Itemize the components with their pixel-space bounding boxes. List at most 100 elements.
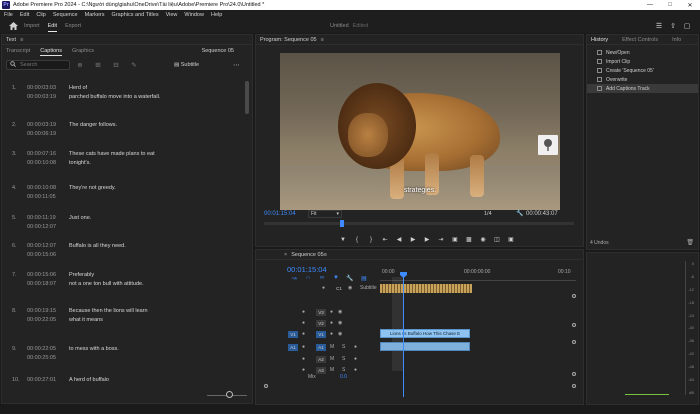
caption-row[interactable]: 2. 00:00:03:19 00:00:06:19 The danger fo… — [2, 122, 246, 152]
history-item-selected[interactable]: Add Captions Track — [587, 84, 698, 93]
scroll-handle[interactable] — [264, 384, 268, 388]
caption-clip[interactable] — [380, 284, 472, 293]
scroll-handle[interactable] — [572, 340, 576, 344]
wrench-icon[interactable]: 🔧 — [516, 210, 523, 217]
lift-icon[interactable]: ▣ — [448, 236, 462, 243]
go-to-out-icon[interactable]: ⇥ — [434, 236, 448, 243]
eye-icon[interactable]: ◉ — [338, 309, 342, 315]
caption-text[interactable]: tonight's. — [69, 160, 91, 166]
maximize-icon[interactable]: □ — [660, 0, 680, 10]
captions-toggle-icon[interactable]: ▤ — [357, 275, 371, 282]
comparison-view-icon[interactable]: ◫ — [490, 236, 504, 243]
extract-icon[interactable]: ▩ — [462, 236, 476, 243]
fullscreen-icon[interactable]: ▢ — [680, 22, 694, 30]
export-frame-icon[interactable]: ◉ — [476, 236, 490, 243]
lock-icon[interactable]: ● — [302, 320, 305, 326]
scroll-handle[interactable] — [572, 372, 576, 376]
tab-transcript[interactable]: Transcript — [6, 48, 30, 54]
tab-info[interactable]: Info — [672, 37, 681, 43]
caption-row[interactable]: 4. 00:00:10:08 00:00:11:05 They're not g… — [2, 185, 246, 215]
sync-lock-icon[interactable]: ● — [330, 309, 333, 315]
minimize-icon[interactable]: — — [640, 0, 660, 10]
mark-in-icon[interactable]: { — [350, 237, 364, 243]
caption-scrollbar[interactable] — [245, 81, 249, 114]
lock-icon[interactable]: ● — [302, 309, 305, 315]
eye-icon[interactable]: ◉ — [338, 320, 342, 326]
menu-graphics[interactable]: Graphics and Titles — [112, 12, 159, 18]
menu-edit[interactable]: Edit — [20, 12, 29, 18]
split-caption-icon[interactable]: ⊞ — [90, 61, 106, 69]
video-clip[interactable]: Lions vs Buffalo How This Chase E — [380, 329, 470, 338]
track-lane[interactable] — [380, 283, 576, 293]
caption-row[interactable]: 6. 00:00:12:07 00:00:15:06 Buffalo is al… — [2, 243, 246, 273]
caption-row[interactable]: 9. 00:00:22:05 00:00:25:05 to mess with … — [2, 346, 246, 376]
lock-icon[interactable]: ● — [302, 331, 305, 337]
merge-caption-icon[interactable]: ⊟ — [108, 61, 124, 69]
menu-file[interactable]: File — [4, 12, 13, 18]
caption-track-select[interactable]: ▤ Subtitle — [174, 62, 199, 68]
caption-row[interactable]: 10. 00:00:27:01 A herd of buffalo — [2, 377, 246, 389]
caption-text[interactable]: parched buffalo move into a waterfall. — [69, 94, 160, 100]
timeline-playhead[interactable] — [403, 273, 404, 397]
search-input[interactable] — [20, 62, 70, 68]
workspace-tab-export[interactable]: Export — [65, 23, 81, 29]
menu-view[interactable]: View — [166, 12, 178, 18]
caption-text[interactable]: to mess with a boss. — [69, 346, 119, 352]
nest-icon[interactable]: ↝ — [287, 275, 301, 282]
track-name[interactable]: A2 — [316, 356, 326, 363]
caption-text[interactable]: Buffalo is all they need. — [69, 243, 126, 249]
add-marker-icon[interactable]: ▼ — [336, 237, 350, 243]
tab-effect-controls[interactable]: Effect Controls — [622, 37, 658, 43]
timeline-sequence-tab[interactable]: Sequence 05 — [291, 252, 323, 258]
menu-help[interactable]: Help — [211, 12, 222, 18]
sync-lock-icon[interactable]: ● — [330, 320, 333, 326]
menu-sequence[interactable]: Sequence — [53, 12, 78, 18]
track-name[interactable]: V1 — [316, 331, 326, 338]
menu-markers[interactable]: Markers — [85, 12, 105, 18]
caption-row[interactable]: 7. 00:00:15:06 00:00:18:07 Preferably no… — [2, 272, 246, 302]
time-ruler[interactable] — [380, 277, 576, 281]
lock-icon[interactable]: ● — [302, 356, 305, 362]
home-icon[interactable] — [8, 21, 18, 31]
caption-text[interactable]: Preferably — [69, 272, 94, 278]
track-name[interactable]: A1 — [316, 344, 326, 351]
step-forward-icon[interactable]: ▶ — [420, 236, 434, 243]
search-box[interactable] — [6, 60, 70, 70]
step-back-icon[interactable]: ◀ — [392, 236, 406, 243]
program-subtitle[interactable]: strategies. — [280, 187, 560, 194]
track-lane[interactable]: Lions vs Buffalo How This Chase E — [380, 329, 576, 339]
go-to-in-icon[interactable]: ⇤ — [378, 236, 392, 243]
history-item[interactable]: Overwrite — [587, 75, 698, 84]
track-name[interactable]: A3 — [316, 367, 326, 374]
workspace-tab-import[interactable]: Import — [24, 23, 40, 29]
mic-icon[interactable]: ● — [354, 367, 357, 373]
track-lane[interactable] — [380, 342, 576, 352]
tab-history[interactable]: History — [591, 37, 608, 43]
caption-row[interactable]: 8. 00:00:19:15 00:00:22:05 Because then … — [2, 308, 246, 338]
eye-icon[interactable]: ◉ — [338, 331, 342, 337]
audio-clip[interactable] — [380, 342, 470, 351]
track-name[interactable]: C1 — [334, 285, 344, 292]
caption-text[interactable]: A herd of buffalo — [69, 377, 109, 383]
history-item[interactable]: Create 'Sequence 05' — [587, 66, 698, 75]
mute-icon[interactable]: M — [330, 344, 334, 350]
history-item[interactable]: New/Open — [587, 48, 698, 57]
quick-export-icon[interactable]: ⇧ — [666, 22, 680, 30]
tree-graphic-icon[interactable] — [538, 135, 558, 155]
more-options-icon[interactable]: ⋯ — [233, 61, 240, 69]
program-scrub-bar[interactable] — [264, 222, 574, 225]
caption-text[interactable]: The danger follows. — [69, 122, 117, 128]
safe-margins-icon[interactable]: ▣ — [504, 236, 518, 243]
panel-menu-icon[interactable]: ≡ — [20, 37, 23, 43]
workspace-tab-edit[interactable]: Edit — [47, 23, 58, 32]
program-timecode[interactable]: 00:01:15:04 — [264, 211, 296, 217]
play-icon[interactable]: ▶ — [406, 236, 420, 243]
caption-row[interactable]: 1. 00:00:03:03 00:00:03:19 Herd of parch… — [2, 85, 246, 115]
close-tab-icon[interactable]: × — [284, 252, 287, 258]
mute-icon[interactable]: M — [330, 367, 334, 373]
eye-icon[interactable]: ◉ — [348, 285, 352, 291]
linked-selection-icon[interactable]: ∞ — [315, 275, 329, 282]
track-name[interactable]: V2 — [316, 320, 326, 327]
timeline-timecode[interactable]: 00:01:15:04 — [287, 265, 327, 274]
menu-clip[interactable]: Clip — [36, 12, 45, 18]
